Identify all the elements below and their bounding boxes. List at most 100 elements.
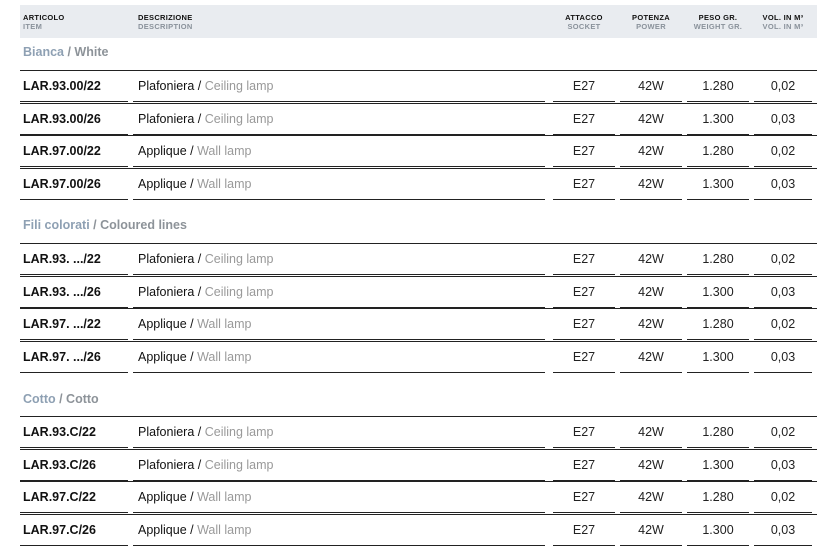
item-code: LAR.97. .../26 (23, 350, 101, 364)
item-code: LAR.97.00/22 (23, 144, 101, 158)
item-description: Plafoniera / Ceiling lamp (138, 70, 274, 102)
table-row: LAR.97.00/22 Applique / Wall lamp E27 42W 1.… (0, 135, 817, 167)
table-row: LAR.97.00/26 Applique / Wall lamp E27 42W 1.… (0, 168, 817, 200)
item-description: Plafoniera / Ceiling lamp (138, 103, 274, 135)
header-description: DESCRIZIONE DESCRIPTION (138, 5, 193, 38)
item-volume: 0,02 (770, 425, 796, 439)
header-power: POTENZA POWER (620, 5, 682, 38)
header-weight-it: PESO GR. (698, 12, 738, 22)
description-it: Plafoniera (138, 79, 195, 93)
description-it: Applique (138, 144, 187, 158)
description-separator: / (186, 523, 198, 537)
row-bottom-rule (553, 199, 615, 200)
table-row: LAR.93.C/26 Plafoniera / Ceiling lamp E27 4… (0, 449, 817, 481)
row-bottom-rule (620, 339, 682, 340)
description-it: Plafoniera (138, 425, 195, 439)
table-header: ARTICOLO ITEM DESCRIZIONE DESCRIPTION AT… (20, 5, 817, 38)
item-volume: 0,03 (770, 458, 796, 472)
item-weight: 1.280 (702, 79, 734, 93)
header-power-en: POWER (636, 21, 666, 31)
header-description-en: DESCRIPTION (138, 21, 193, 31)
header-socket-en: SOCKET (567, 21, 601, 31)
item-description: Plafoniera / Ceiling lamp (138, 243, 274, 275)
row-bottom-rule (553, 339, 615, 340)
row-bottom-rule (20, 372, 128, 373)
row-bottom-rule (133, 447, 545, 448)
description-en: Wall lamp (197, 523, 252, 537)
item-power: 42W (638, 458, 664, 472)
row-bottom-rule (687, 199, 749, 200)
header-item-it: ARTICOLO (23, 12, 65, 22)
description-en: Ceiling lamp (204, 79, 274, 93)
item-volume: 0,03 (770, 177, 796, 191)
item-description: Plafoniera / Ceiling lamp (138, 416, 274, 448)
item-power: 42W (638, 523, 664, 537)
table-row: LAR.93. .../26 Plafoniera / Ceiling lamp E… (0, 276, 817, 308)
header-weight-en: WEIGHT GR. (693, 21, 743, 31)
item-volume: 0,02 (770, 144, 796, 158)
section-title-separator: / (55, 392, 67, 406)
row-bottom-rule (20, 447, 128, 448)
row-bottom-rule (133, 101, 545, 102)
row-bottom-rule (620, 101, 682, 102)
description-it: Applique (138, 177, 187, 191)
item-code: LAR.97.C/26 (23, 523, 96, 537)
item-code: LAR.93.C/26 (23, 458, 96, 472)
item-weight: 1.280 (702, 317, 734, 331)
item-description: Applique / Wall lamp (138, 168, 252, 200)
row-bottom-rule (620, 372, 682, 373)
item-power: 42W (638, 317, 664, 331)
description-it: Plafoniera (138, 285, 195, 299)
item-weight: 1.300 (702, 285, 734, 299)
description-en: Ceiling lamp (204, 458, 274, 472)
header-volume-en: VOL. IN M³ (762, 21, 804, 31)
item-code: LAR.93.C/22 (23, 425, 96, 439)
description-separator: / (186, 177, 198, 191)
table-row: LAR.97. .../26 Applique / Wall lamp E27 42W… (0, 341, 817, 373)
table-row: LAR.93. .../22 Plafoniera / Ceiling lamp E… (0, 243, 817, 275)
item-socket: E27 (572, 425, 596, 439)
description-separator: / (186, 317, 198, 331)
description-it: Applique (138, 350, 187, 364)
description-en: Wall lamp (197, 317, 252, 331)
row-bottom-rule (20, 512, 128, 513)
row-bottom-rule (754, 101, 812, 102)
description-it: Applique (138, 523, 187, 537)
section-title-separator: / (89, 218, 101, 232)
section-title-it: Fili colorati (23, 218, 90, 232)
description-en: Wall lamp (197, 144, 252, 158)
item-socket: E27 (572, 458, 596, 472)
item-description: Applique / Wall lamp (138, 481, 252, 513)
item-volume: 0,03 (770, 350, 796, 364)
item-socket: E27 (572, 177, 596, 191)
item-weight: 1.280 (702, 490, 734, 504)
row-bottom-rule (687, 101, 749, 102)
section-title-en: Cotto (66, 392, 99, 406)
item-weight: 1.300 (702, 112, 734, 126)
row-bottom-rule (20, 274, 128, 275)
section-title-it: Cotto (23, 392, 56, 406)
item-socket: E27 (572, 523, 596, 537)
item-power: 42W (638, 285, 664, 299)
item-weight: 1.300 (702, 177, 734, 191)
item-description: Applique / Wall lamp (138, 308, 252, 340)
description-en: Wall lamp (197, 490, 252, 504)
item-socket: E27 (572, 350, 596, 364)
row-bottom-rule (553, 166, 615, 167)
header-item-en: ITEM (23, 21, 43, 31)
row-bottom-rule (553, 274, 615, 275)
header-socket: ATTACCO SOCKET (553, 5, 615, 38)
row-bottom-rule (133, 512, 545, 513)
row-bottom-rule (754, 166, 812, 167)
description-it: Plafoniera (138, 252, 195, 266)
item-code: LAR.93.00/26 (23, 112, 101, 126)
row-bottom-rule (20, 199, 128, 200)
row-bottom-rule (20, 101, 128, 102)
row-bottom-rule (620, 512, 682, 513)
table-row: LAR.97.C/26 Applique / Wall lamp E27 42W 1.3… (0, 514, 817, 546)
item-volume: 0,02 (770, 317, 796, 331)
item-socket: E27 (572, 144, 596, 158)
description-separator: / (186, 490, 198, 504)
section-title-en: White (74, 45, 109, 59)
item-volume: 0,03 (770, 112, 796, 126)
